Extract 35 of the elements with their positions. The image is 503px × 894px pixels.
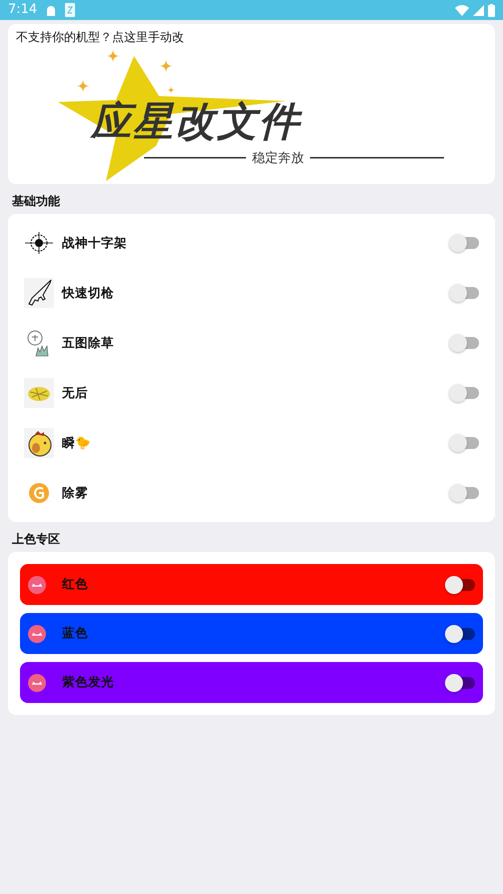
feature-label: 紫色发光 <box>62 673 115 692</box>
feature-label: 快速切枪 <box>62 284 115 302</box>
toggle-switch[interactable] <box>449 283 479 303</box>
color-row[interactable]: 紫色发光 <box>20 662 483 703</box>
toggle-switch[interactable] <box>449 233 479 253</box>
logo-slogan: 稳定奔放 <box>246 152 310 165</box>
toggle-switch[interactable] <box>445 624 475 644</box>
status-time: 7:14 <box>8 1 38 20</box>
feature-label: 战神十字架 <box>62 234 128 252</box>
wifi-icon <box>455 4 469 16</box>
notice-link[interactable]: 不支持你的机型？点这里手动改 <box>16 28 487 46</box>
rifle-icon <box>24 278 54 308</box>
badge-icon <box>28 674 46 692</box>
toggle-switch[interactable] <box>449 483 479 503</box>
feature-label: 红色 <box>62 575 89 594</box>
badge-icon <box>28 576 46 594</box>
color-row[interactable]: 蓝色 <box>20 613 483 654</box>
feature-label: 五图除草 <box>62 334 115 352</box>
section-title: 基础功能 <box>11 193 61 210</box>
color-row[interactable]: 红色 <box>20 564 483 605</box>
feature-label: 无后 <box>62 384 89 402</box>
toggle-switch[interactable] <box>445 574 475 594</box>
feature-label: 除雾 <box>62 484 89 502</box>
toggle-switch[interactable] <box>445 672 475 692</box>
toggle-switch[interactable] <box>449 433 479 453</box>
notification-icon <box>65 3 76 17</box>
chick-icon <box>24 428 54 458</box>
section-title: 上色专区 <box>11 531 61 548</box>
signal-icon <box>473 4 484 16</box>
feature-label: 瞬🐤 <box>62 434 92 452</box>
toggle-switch[interactable] <box>449 333 479 353</box>
feature-label: 蓝色 <box>62 624 89 642</box>
battery-icon <box>488 4 495 16</box>
toggle-switch[interactable] <box>449 383 479 403</box>
badge-icon <box>28 624 46 642</box>
